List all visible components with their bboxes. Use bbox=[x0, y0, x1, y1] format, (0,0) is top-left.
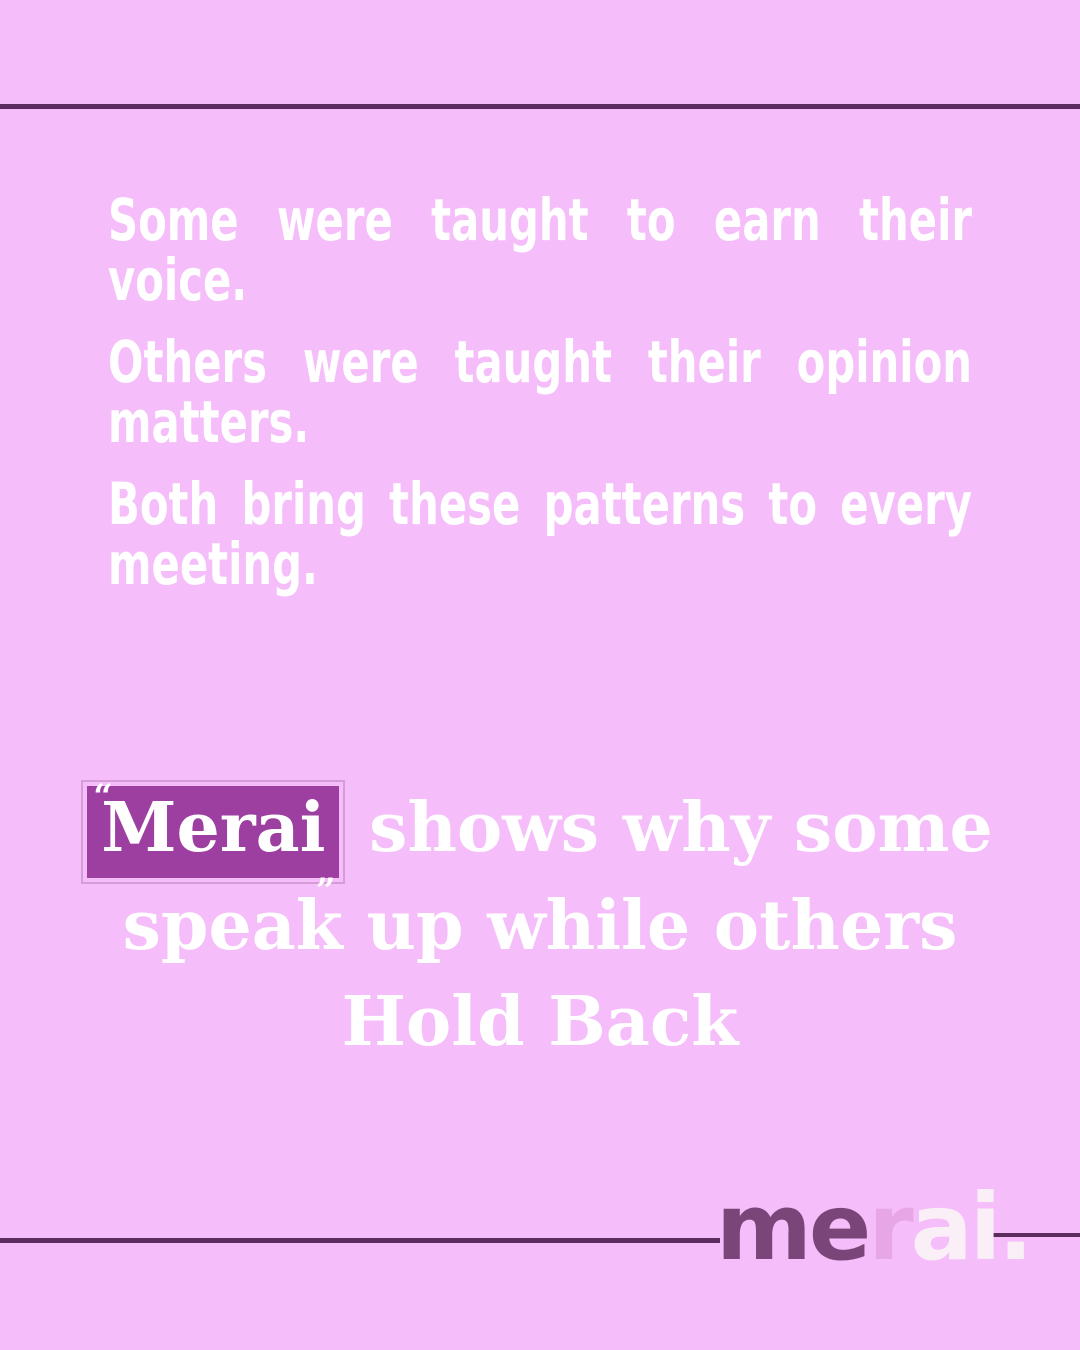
headline-line-1: “ Merai ” shows why some bbox=[60, 780, 1020, 908]
paragraph-1: Some were taught to earn their voice. bbox=[108, 186, 973, 314]
headline-line-3: Hold Back bbox=[341, 982, 739, 1062]
headline-line-1-text: shows why some bbox=[369, 788, 993, 868]
bottom-divider-left bbox=[0, 1238, 720, 1243]
headline-line-2: speak up while others bbox=[122, 886, 958, 966]
top-divider bbox=[0, 104, 1080, 109]
headline: “ Merai ” shows why some speak up while … bbox=[60, 780, 1020, 1070]
open-quote-icon: “ bbox=[93, 777, 113, 817]
intro-paragraphs: Some were taught to earn their voice. Ot… bbox=[108, 190, 972, 616]
logo-part-1: me bbox=[716, 1174, 871, 1281]
paragraph-2: Others were taught their opinion matters… bbox=[108, 328, 973, 456]
brand-highlight-box: “ Merai ” bbox=[81, 780, 346, 908]
paragraph-3: Both bring these patterns to every meeti… bbox=[108, 470, 973, 598]
close-quote-icon: ” bbox=[315, 871, 336, 911]
logo-part-3: ai. bbox=[910, 1174, 1034, 1281]
logo-part-2: r bbox=[868, 1174, 913, 1281]
brand-name: Merai bbox=[101, 788, 326, 868]
merai-logo: merai. bbox=[716, 1178, 1033, 1278]
